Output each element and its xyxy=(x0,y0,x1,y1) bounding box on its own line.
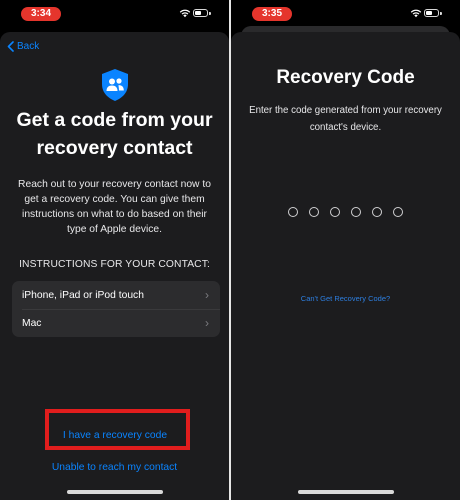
back-label: Back xyxy=(17,41,40,52)
status-bar: 3:35 xyxy=(231,0,460,28)
back-button[interactable]: Back xyxy=(7,41,39,52)
recovery-code-sheet: Recovery Code Enter the code generated f… xyxy=(231,32,460,500)
home-indicator xyxy=(297,490,394,494)
code-digit-slot[interactable] xyxy=(309,207,319,217)
recovery-sheet: Back Get a code from your recovery conta… xyxy=(0,32,229,500)
status-time: 3:35 xyxy=(252,7,292,21)
code-digit-slot[interactable] xyxy=(330,207,340,217)
option-mac[interactable]: Mac › xyxy=(12,309,220,337)
chevron-left-icon xyxy=(7,41,14,52)
page-title: Recovery Code xyxy=(276,67,415,88)
left-phone-screen: 3:34 Back Get a code from your recovery … xyxy=(0,0,229,500)
status-time: 3:34 xyxy=(21,7,61,21)
code-digit-slot[interactable] xyxy=(393,207,403,217)
chevron-right-icon: › xyxy=(205,288,209,302)
right-phone-screen: 3:35 Recovery Code Enter the code genera… xyxy=(231,0,460,500)
battery-icon xyxy=(193,9,208,17)
wifi-icon xyxy=(410,9,422,18)
page-description: Enter the code generated from your recov… xyxy=(249,105,442,133)
have-recovery-code-link[interactable]: I have a recovery code xyxy=(40,430,190,441)
home-indicator xyxy=(66,490,163,494)
option-iphone-ipad-ipod[interactable]: iPhone, iPad or iPod touch › xyxy=(12,281,220,309)
wifi-icon xyxy=(179,9,191,18)
people-shield-icon xyxy=(102,69,128,101)
code-digit-slot[interactable] xyxy=(288,207,298,217)
page-title: Get a code from your recovery contact xyxy=(16,109,213,159)
status-icons xyxy=(179,8,213,20)
unable-to-reach-contact-link[interactable]: Unable to reach my contact xyxy=(10,462,219,473)
status-icons xyxy=(410,8,444,20)
option-label: iPhone, iPad or iPod touch xyxy=(22,289,144,301)
code-digit-slot[interactable] xyxy=(351,207,361,217)
cant-get-code-link[interactable]: Can't Get Recovery Code? xyxy=(231,294,460,303)
page-description: Reach out to your recovery contact now t… xyxy=(18,179,211,235)
option-label: Mac xyxy=(22,317,42,329)
chevron-right-icon: › xyxy=(205,316,209,330)
status-bar: 3:34 xyxy=(0,0,229,28)
battery-icon xyxy=(424,9,439,17)
code-entry-field[interactable] xyxy=(231,207,460,217)
code-digit-slot[interactable] xyxy=(372,207,382,217)
device-options-list: iPhone, iPad or iPod touch › Mac › xyxy=(12,281,220,337)
instructions-header: INSTRUCTIONS FOR YOUR CONTACT: xyxy=(19,259,210,270)
